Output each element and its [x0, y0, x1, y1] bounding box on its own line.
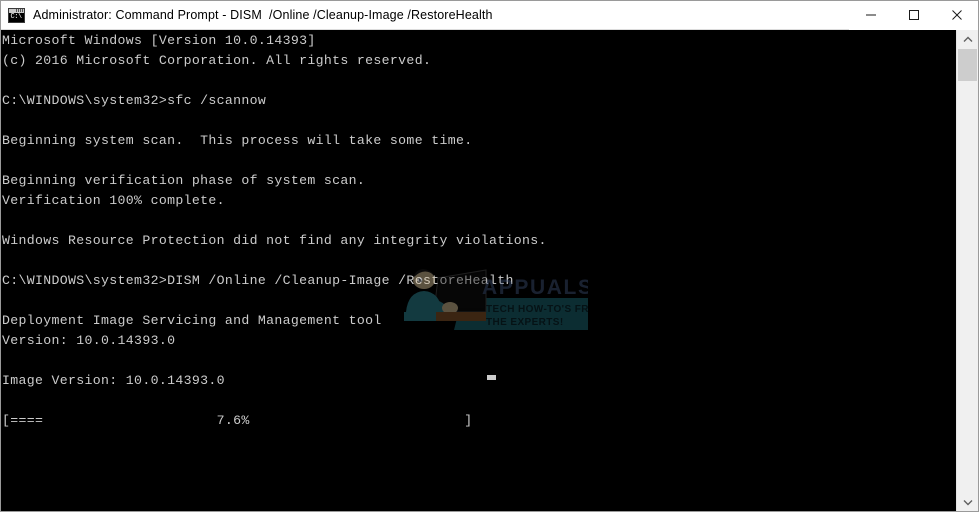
titlebar[interactable]: C:\ Administrator: Command Prompt - DISM… — [1, 1, 978, 30]
window-controls — [849, 1, 978, 30]
command-prompt-icon[interactable]: C:\ — [8, 7, 25, 23]
maximize-icon — [908, 10, 919, 20]
close-button[interactable] — [935, 1, 978, 30]
scrollbar-track[interactable] — [957, 48, 978, 493]
minimize-icon — [865, 14, 876, 16]
scrollbar-thumb[interactable] — [958, 49, 977, 81]
chevron-up-icon — [963, 36, 972, 42]
command-prompt-window: C:\ Administrator: Command Prompt - DISM… — [0, 0, 979, 512]
icon-prompt-glyph: C:\ — [10, 12, 23, 21]
text-cursor — [487, 375, 496, 380]
close-icon — [951, 10, 962, 20]
window-title: Administrator: Command Prompt - DISM /On… — [33, 8, 493, 22]
console-output-area[interactable]: Microsoft Windows [Version 10.0.14393] (… — [1, 30, 956, 511]
vertical-scrollbar[interactable] — [956, 30, 978, 511]
console-text: Microsoft Windows [Version 10.0.14393] (… — [2, 33, 547, 428]
minimize-button[interactable] — [849, 1, 892, 30]
scroll-down-button[interactable] — [957, 493, 978, 511]
chevron-down-icon — [963, 499, 972, 505]
scroll-up-button[interactable] — [957, 30, 978, 48]
maximize-button[interactable] — [892, 1, 935, 30]
